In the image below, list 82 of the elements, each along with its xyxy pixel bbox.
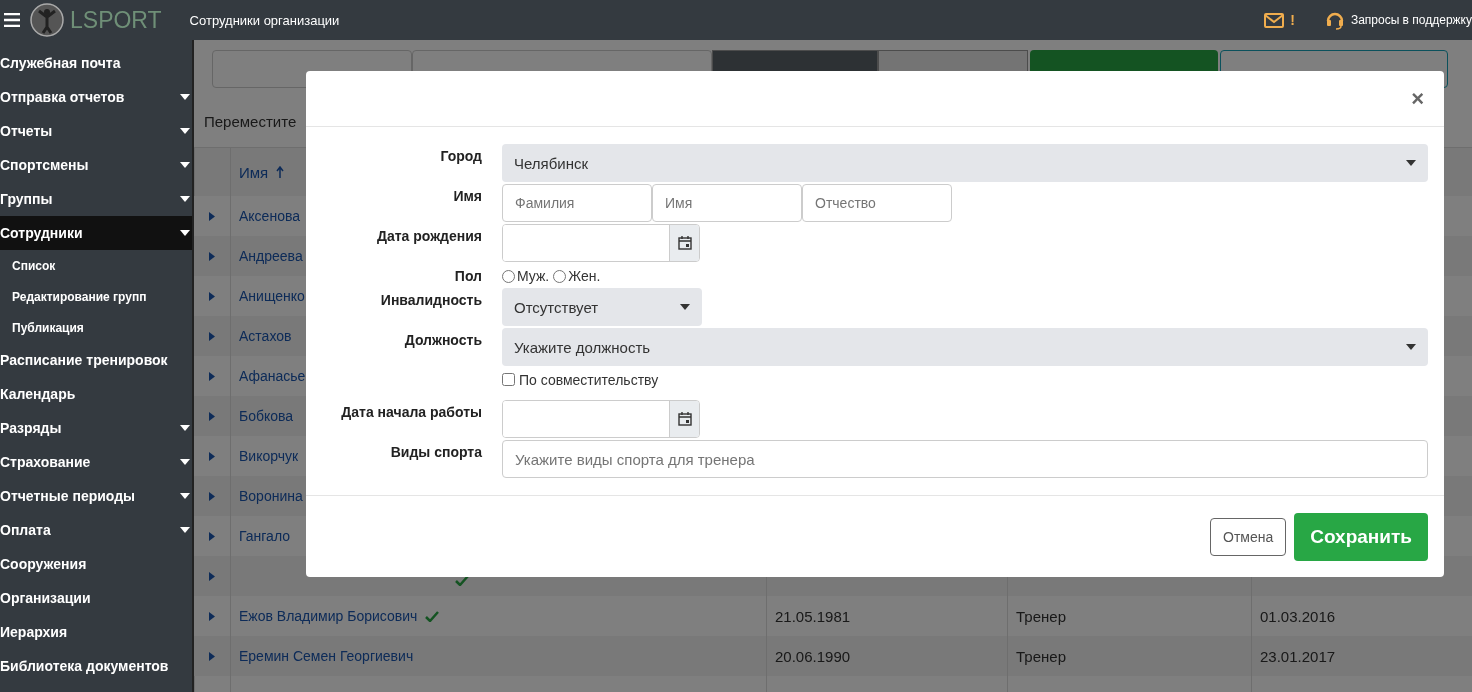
employee-name[interactable]: Афанасье bbox=[239, 368, 306, 384]
field-label: Имя bbox=[452, 187, 482, 206]
expand-icon[interactable] bbox=[209, 651, 215, 661]
expand-icon[interactable] bbox=[209, 571, 215, 581]
support-link[interactable]: Запросы в поддержку bbox=[1350, 13, 1472, 27]
sidebar-item[interactable]: Оплата bbox=[0, 513, 192, 547]
option-label: Жен. bbox=[568, 268, 601, 284]
expand-icon[interactable] bbox=[209, 251, 215, 261]
brand-name: LSPORT bbox=[70, 6, 162, 34]
radio-button[interactable] bbox=[502, 269, 515, 283]
field-label: Должность bbox=[403, 331, 482, 350]
date-field[interactable] bbox=[502, 400, 700, 438]
start-date: 01.03.2016 bbox=[1260, 607, 1336, 625]
expand-icon[interactable] bbox=[209, 611, 215, 621]
position-text: Тренер bbox=[1016, 647, 1066, 665]
close-button[interactable]: × bbox=[1405, 84, 1430, 113]
sidebar-item[interactable]: Иерархия bbox=[0, 615, 192, 649]
sidebar-subitem[interactable]: Публикация bbox=[0, 312, 192, 343]
calendar-icon bbox=[677, 412, 692, 426]
employee-name[interactable]: Викорчук bbox=[239, 448, 299, 464]
field-label: Виды спорта bbox=[389, 443, 482, 462]
expand-icon[interactable] bbox=[209, 371, 215, 381]
option-label: По совместительству bbox=[519, 372, 659, 388]
checkbox[interactable] bbox=[502, 373, 515, 386]
expand-icon[interactable] bbox=[209, 491, 215, 501]
sidebar-subitem[interactable]: Список bbox=[0, 250, 192, 281]
birth-date: 20.06.1990 bbox=[775, 647, 851, 665]
sort-icon bbox=[276, 166, 285, 178]
sports-field[interactable]: Укажите виды спорта для тренера bbox=[502, 440, 1428, 478]
employee-name[interactable]: Гангало bbox=[239, 528, 290, 544]
sidebar-item[interactable]: Отчеты bbox=[0, 114, 192, 148]
sidebar-item[interactable]: Страхование bbox=[0, 445, 192, 479]
expand-icon[interactable] bbox=[209, 211, 215, 221]
field-label: Инвалидность bbox=[379, 291, 482, 310]
field-label: Дата рождения bbox=[375, 227, 482, 246]
alert-mark: ! bbox=[1290, 12, 1295, 28]
start-date: 23.01.2017 bbox=[1260, 647, 1336, 665]
sidebar-item[interactable]: Сооружения bbox=[0, 547, 192, 581]
sidebar-item[interactable]: Библиотека документов bbox=[0, 649, 192, 683]
name-field[interactable]: Фамилия bbox=[502, 184, 652, 222]
cancel-button[interactable]: Отмена bbox=[1210, 517, 1287, 556]
caret-icon bbox=[680, 304, 690, 310]
sidebar-item[interactable]: Отчетные периоды bbox=[0, 479, 192, 513]
name-field[interactable]: Отчество bbox=[802, 184, 952, 222]
date-field[interactable] bbox=[502, 224, 700, 262]
sidebar-item[interactable]: Сотрудники bbox=[0, 216, 192, 250]
field-label: Дата начала работы bbox=[340, 403, 482, 422]
expand-icon[interactable] bbox=[209, 411, 215, 421]
employee-name[interactable]: Аксенова bbox=[239, 208, 300, 224]
headset-icon[interactable] bbox=[1324, 10, 1345, 30]
sidebar-item[interactable]: Спортсмены bbox=[0, 148, 192, 182]
field-label: Пол bbox=[453, 267, 482, 286]
option-label: Муж. bbox=[517, 268, 550, 284]
caret-icon bbox=[1406, 160, 1416, 166]
sidebar-item[interactable]: Организации bbox=[0, 581, 192, 615]
name-field[interactable]: Имя bbox=[652, 184, 802, 222]
menu-icon[interactable] bbox=[4, 13, 20, 27]
position-text: Тренер bbox=[1016, 607, 1066, 625]
disability-select[interactable]: Отсутствует bbox=[502, 288, 702, 326]
sidebar-item[interactable]: Группы bbox=[0, 182, 192, 216]
expand-icon[interactable] bbox=[209, 291, 215, 301]
radio-button[interactable] bbox=[553, 269, 567, 283]
mail-icon[interactable] bbox=[1264, 12, 1285, 28]
logo-icon bbox=[30, 3, 64, 37]
expand-icon[interactable] bbox=[209, 331, 215, 341]
group-hint: Переместите bbox=[204, 113, 297, 130]
birth-date: 21.05.1981 bbox=[775, 607, 851, 625]
calendar-icon bbox=[677, 236, 692, 250]
position-select[interactable]: Укажите должность bbox=[502, 328, 1428, 366]
expand-icon[interactable] bbox=[209, 451, 215, 461]
sidebar-item[interactable]: Разряды bbox=[0, 411, 192, 445]
sidebar-subitem[interactable]: Редактирование групп bbox=[0, 281, 192, 312]
field-label: Город bbox=[439, 147, 482, 166]
sidebar-item[interactable]: Расписание тренировок bbox=[0, 343, 192, 377]
expand-icon[interactable] bbox=[209, 531, 215, 541]
sidebar-item[interactable]: Служебная почта bbox=[0, 46, 192, 80]
employee-name[interactable]: Ежов Владимир Борисович bbox=[239, 608, 418, 624]
sidebar-item[interactable]: Календарь bbox=[0, 377, 192, 411]
sidebar-item[interactable]: Отправка отчетов bbox=[0, 80, 192, 114]
city-select[interactable]: Челябинск bbox=[502, 144, 1428, 182]
page-title: Сотрудники организации bbox=[189, 12, 340, 28]
caret-icon bbox=[1406, 344, 1416, 350]
